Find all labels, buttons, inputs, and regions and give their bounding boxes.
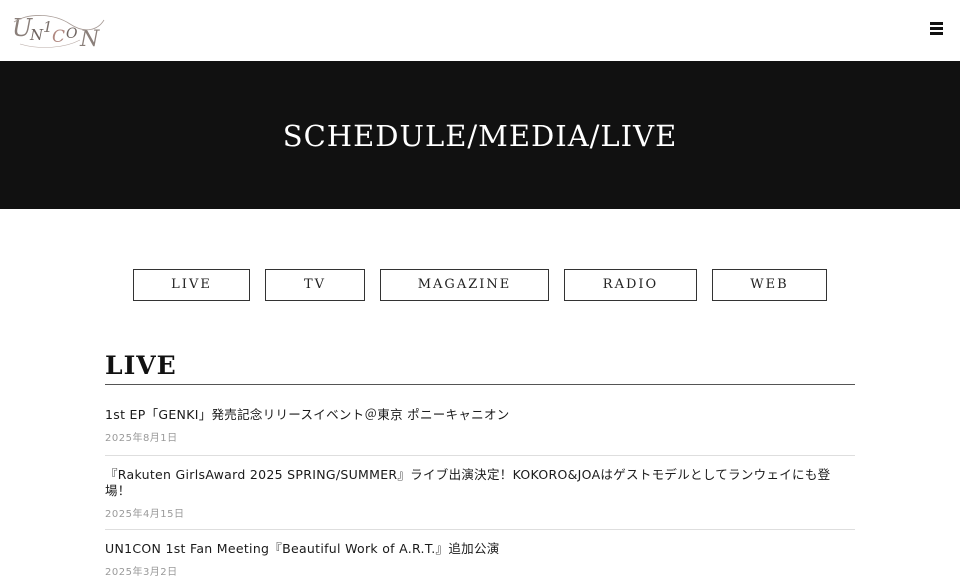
- item-date: 2025年4月15日: [105, 509, 185, 520]
- site-header: U N 1 C O N: [0, 0, 960, 61]
- item-divider: [105, 455, 855, 456]
- item-title[interactable]: UN1CON 1st Fan Meeting『Beautiful Work of…: [105, 541, 855, 557]
- un1con-logo[interactable]: U N 1 C O N: [10, 10, 106, 52]
- tab-magazine[interactable]: MAGAZINE: [380, 269, 549, 301]
- tab-tv[interactable]: TV: [265, 269, 365, 301]
- hamburger-menu-icon[interactable]: [930, 22, 944, 36]
- list-item[interactable]: 『Rakuten GirlsAward 2025 SPRING/SUMMER』ラ…: [105, 467, 855, 521]
- list-item[interactable]: 1st EP「GENKI」発売記念リリースイベント＠東京 ポニーキャニオン 20…: [105, 407, 855, 445]
- item-title[interactable]: 1st EP「GENKI」発売記念リリースイベント＠東京 ポニーキャニオン: [105, 407, 855, 423]
- tab-radio[interactable]: RADIO: [564, 269, 697, 301]
- tab-web[interactable]: WEB: [712, 269, 827, 301]
- svg-text:O: O: [66, 26, 78, 42]
- hero-banner: SCHEDULE/MEDIA/LIVE: [0, 61, 960, 209]
- item-title[interactable]: 『Rakuten GirlsAward 2025 SPRING/SUMMER』ラ…: [105, 467, 855, 499]
- page-title: SCHEDULE/MEDIA/LIVE: [282, 119, 678, 153]
- svg-text:C: C: [52, 27, 65, 47]
- tab-live[interactable]: LIVE: [133, 269, 250, 301]
- section-divider: [105, 384, 855, 385]
- category-tabs: LIVE TV MAGAZINE RADIO WEB: [0, 269, 960, 301]
- menu-bar: [930, 32, 943, 35]
- svg-text:N: N: [29, 26, 44, 44]
- menu-bar: [930, 27, 943, 30]
- item-divider: [105, 529, 855, 530]
- menu-bar: [930, 22, 943, 25]
- svg-text:N: N: [79, 27, 100, 52]
- item-date: 2025年8月1日: [105, 433, 178, 444]
- section-heading: LIVE: [105, 351, 177, 380]
- list-item[interactable]: UN1CON 1st Fan Meeting『Beautiful Work of…: [105, 541, 855, 579]
- item-date: 2025年3月2日: [105, 567, 178, 578]
